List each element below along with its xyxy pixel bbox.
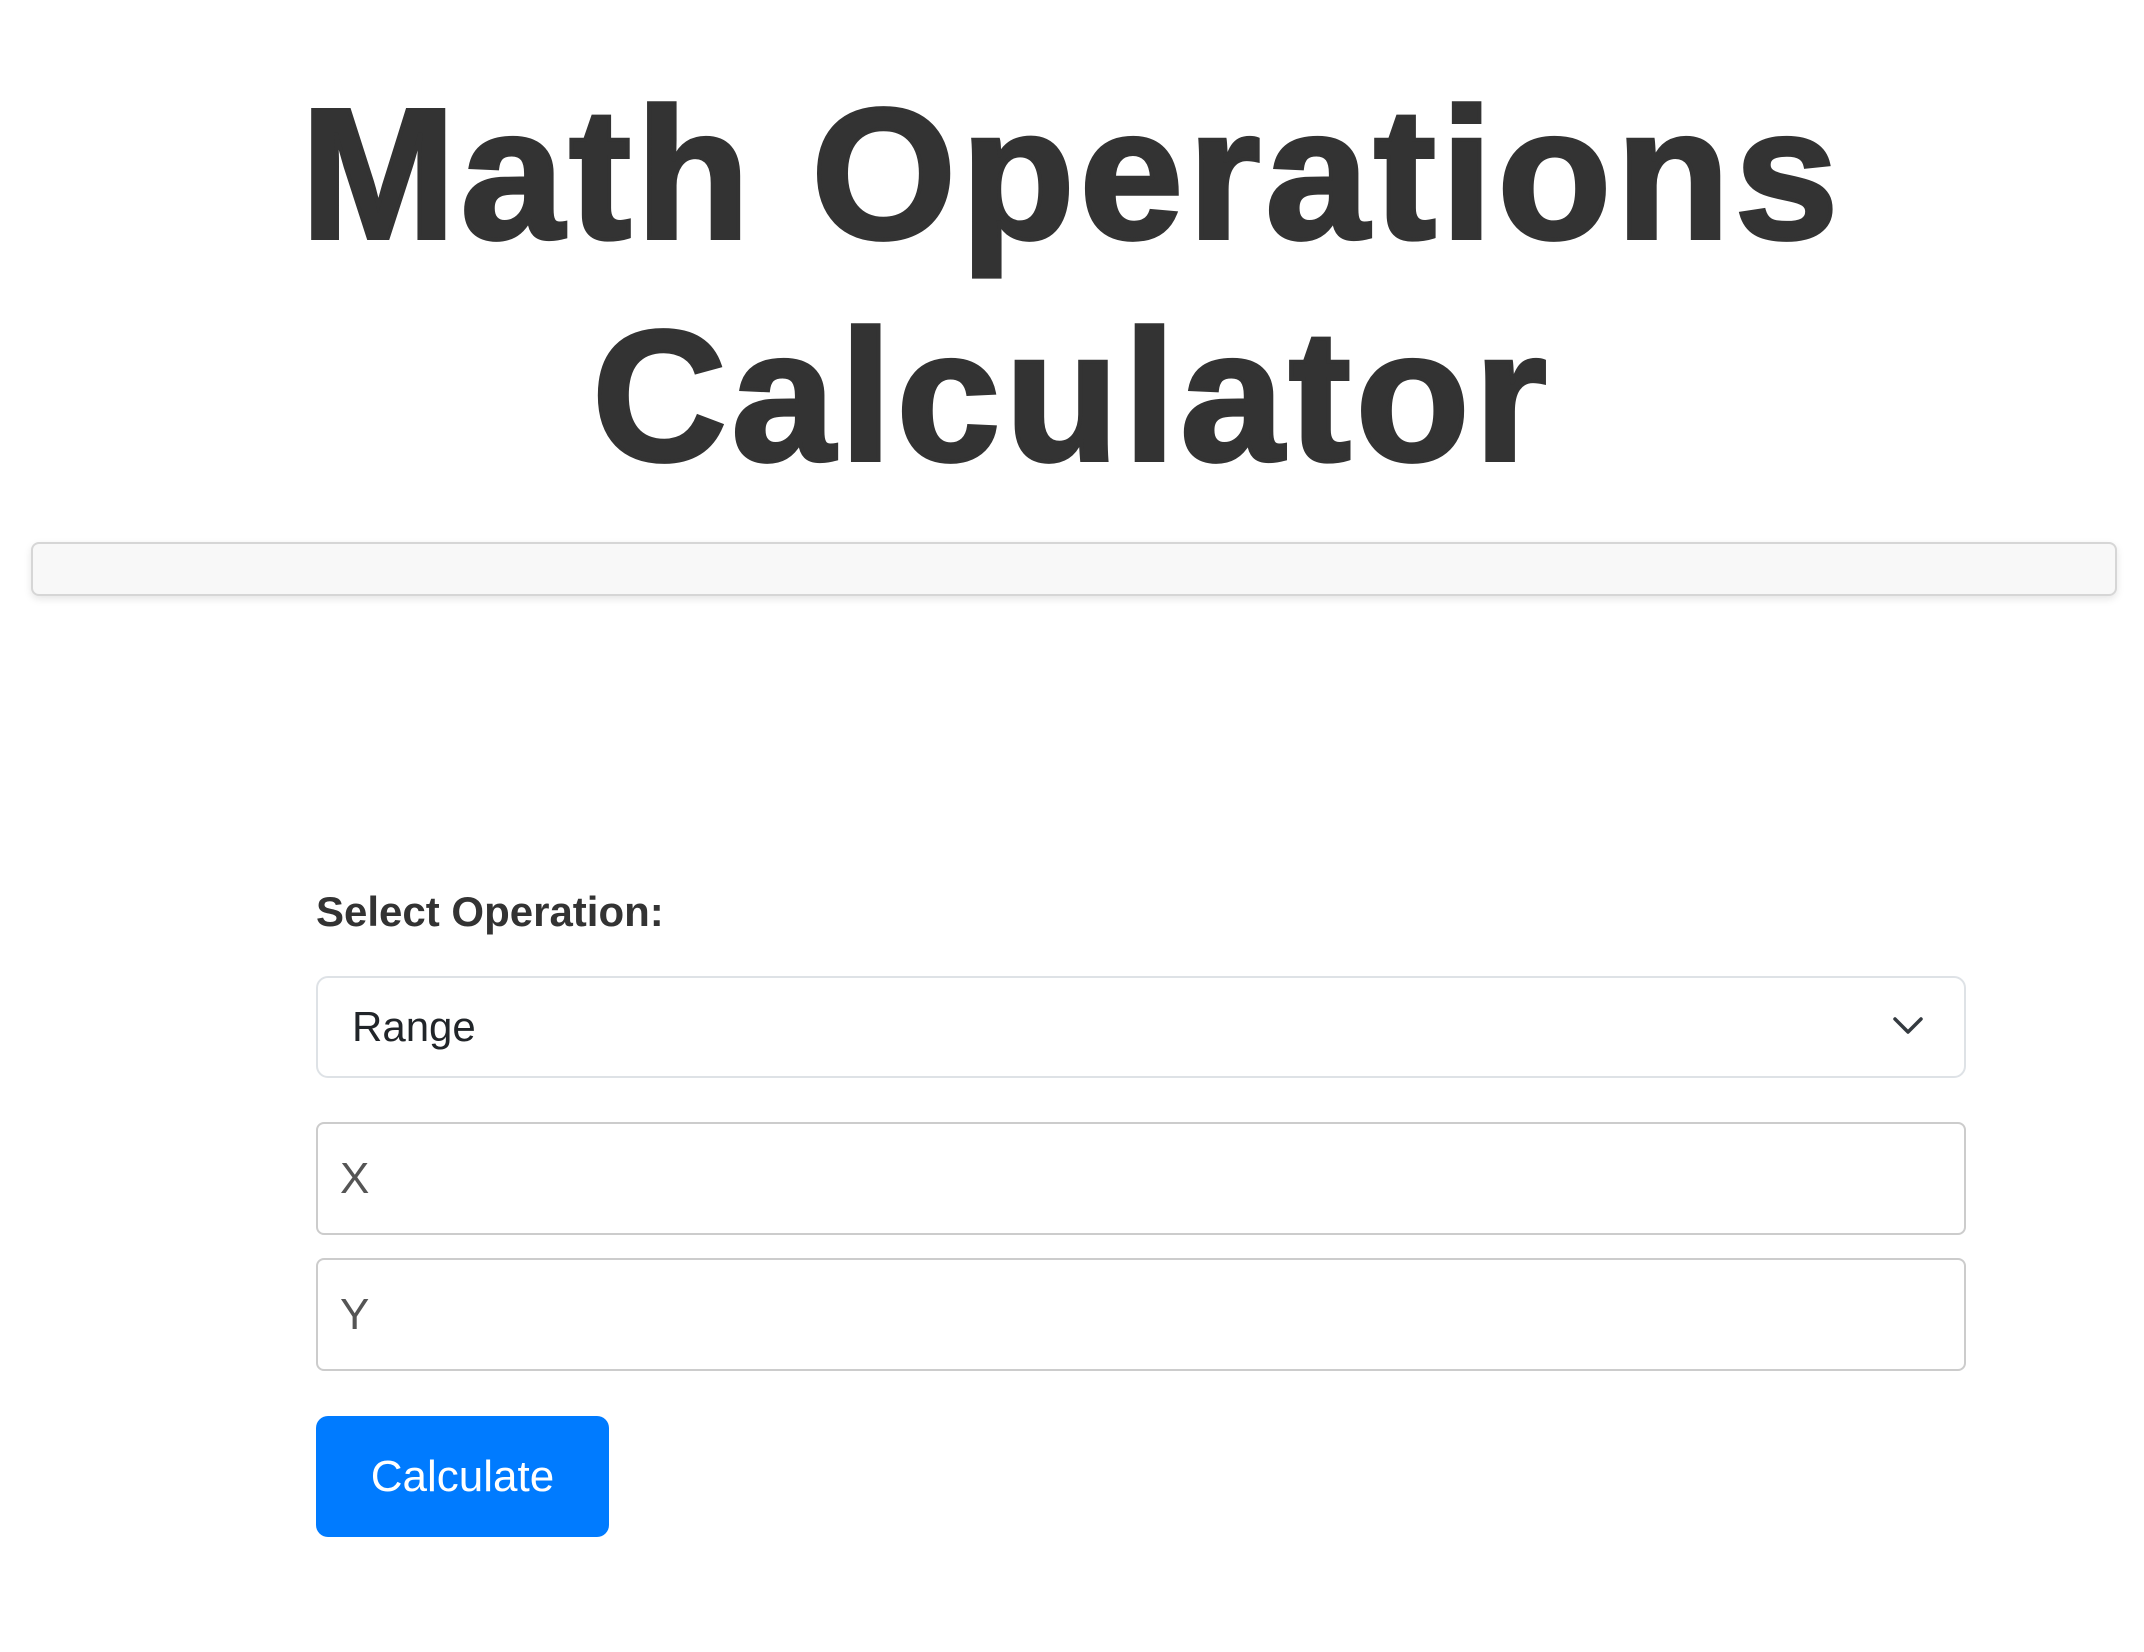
y-input[interactable]: [316, 1258, 1966, 1371]
operation-select[interactable]: Range: [316, 976, 1966, 1078]
calculate-button[interactable]: Calculate: [316, 1416, 609, 1537]
page-title: Math Operations Calculator: [299, 69, 1844, 502]
result-display: [31, 542, 2117, 596]
chevron-down-icon: [1893, 1017, 1923, 1034]
operation-selected-value: Range: [352, 1003, 476, 1050]
operation-label: Select Operation:: [316, 888, 664, 935]
x-input[interactable]: [316, 1122, 1966, 1235]
